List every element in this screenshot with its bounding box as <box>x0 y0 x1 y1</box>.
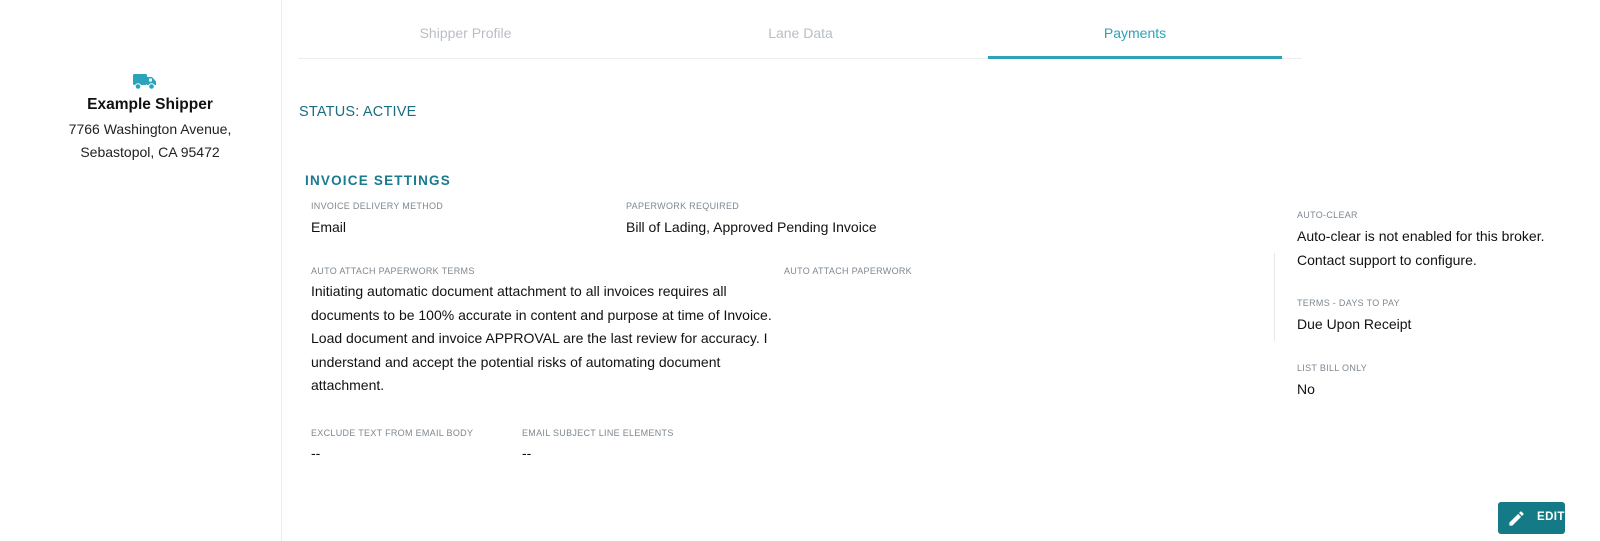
exclude-text-label: EXCLUDE TEXT FROM EMAIL BODY <box>311 428 474 438</box>
terms-line: Initiating automatic document attachment… <box>311 283 727 299</box>
auto-attach-paperwork-label: AUTO ATTACH PAPERWORK <box>784 266 912 276</box>
list-bill-label: LIST BILL ONLY <box>1297 363 1368 373</box>
auto-clear-label: AUTO-CLEAR <box>1297 210 1358 220</box>
paperwork-required-label: PAPERWORK REQUIRED <box>626 201 740 211</box>
auto-attach-terms-label: AUTO ATTACH PAPERWORK TERMS <box>311 266 475 276</box>
shipper-address-line2: Sebastopol, CA 95472 <box>80 144 220 160</box>
shipper-address-line1: 7766 Washington Avenue, <box>68 121 232 137</box>
terms-line: documents to be 100% accurate in content… <box>311 306 772 323</box>
tab-payments[interactable]: Payments <box>988 25 1282 41</box>
terms-line: Load document and invoice APPROVAL are t… <box>311 330 768 346</box>
auto-clear-line1: Auto-clear is not enabled for this broke… <box>1297 228 1545 244</box>
auto-attach-terms-text: Initiating automatic document attachment… <box>311 280 781 398</box>
auto-clear-line2: Contact support to configure. <box>1297 251 1477 268</box>
auto-clear-value: Auto-clear is not enabled for this broke… <box>1297 225 1587 272</box>
status-text: STATUS: ACTIVE <box>299 104 417 120</box>
truck-icon <box>133 74 156 90</box>
tab-shipper-profile[interactable]: Shipper Profile <box>298 25 633 41</box>
tab-bar: Shipper Profile Lane Data Payments <box>298 0 1302 59</box>
shipper-sidebar: Example Shipper 7766 Washington Avenue, … <box>0 0 282 541</box>
delivery-method-value: Email <box>311 219 347 235</box>
active-tab-indicator <box>988 56 1282 59</box>
terms-days-label: TERMS - DAYS TO PAY <box>1297 298 1400 308</box>
tab-lane-data[interactable]: Lane Data <box>633 25 968 41</box>
invoice-settings-title: INVOICE SETTINGS <box>305 173 451 188</box>
edit-button-label: EDIT <box>1537 511 1565 523</box>
paperwork-required-value: Bill of Lading, Approved Pending Invoice <box>626 219 877 235</box>
exclude-text-value: -- <box>311 445 321 461</box>
right-panel-divider <box>1274 253 1275 341</box>
subject-elements-value: -- <box>522 445 532 461</box>
terms-line: understand and accept the potential risk… <box>311 353 721 370</box>
pencil-icon <box>1509 511 1524 526</box>
subject-elements-label: EMAIL SUBJECT LINE ELEMENTS <box>522 428 674 438</box>
terms-line: attachment. <box>311 377 385 393</box>
delivery-method-label: INVOICE DELIVERY METHOD <box>311 201 444 211</box>
shipper-name: Example Shipper <box>87 96 213 113</box>
edit-button[interactable]: EDIT <box>1498 502 1565 534</box>
terms-days-value: Due Upon Receipt <box>1297 316 1412 332</box>
list-bill-value: No <box>1297 381 1315 397</box>
